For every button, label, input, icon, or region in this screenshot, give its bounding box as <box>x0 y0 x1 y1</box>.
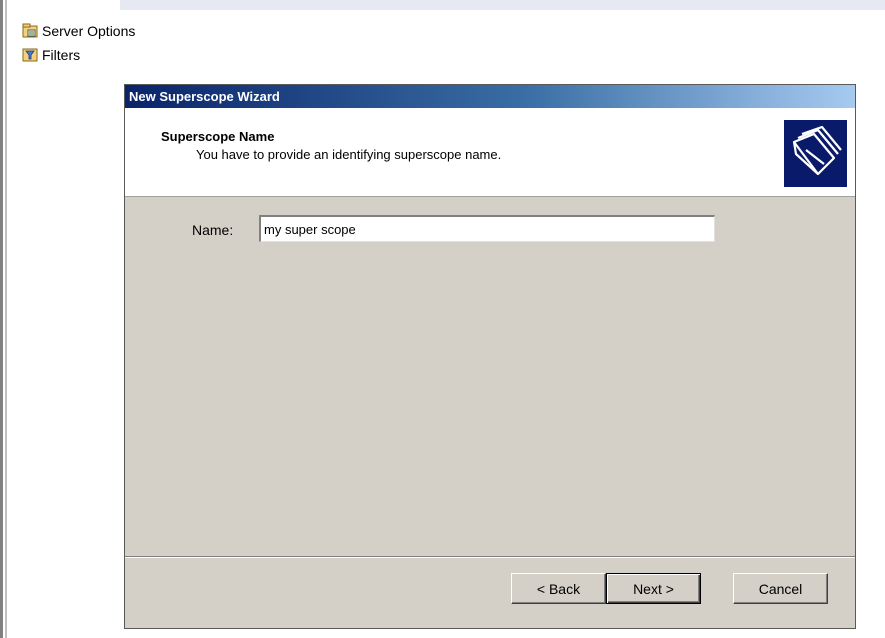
new-superscope-wizard-dialog: New Superscope Wizard Superscope Name Yo… <box>124 84 856 629</box>
console-frame-border-inner <box>5 0 7 638</box>
cancel-button[interactable]: Cancel <box>733 573 828 604</box>
filter-icon <box>22 47 38 63</box>
tree-item-filters[interactable]: Filters <box>22 46 80 64</box>
wizard-step-title: Superscope Name <box>161 129 275 144</box>
tree-item-label: Server Options <box>42 23 136 39</box>
console-frame-border <box>0 0 3 638</box>
wizard-header: Superscope Name You have to provide an i… <box>125 108 855 197</box>
wizard-step-subtitle: You have to provide an identifying super… <box>196 147 502 162</box>
server-options-icon <box>22 23 38 39</box>
next-button[interactable]: Next > <box>606 573 701 604</box>
tree-item-label: Filters <box>42 47 81 63</box>
button-area-separator <box>125 556 855 558</box>
wizard-title: New Superscope Wizard <box>129 89 280 104</box>
tree-item-cut-off <box>22 0 117 8</box>
console-header-strip <box>120 0 885 10</box>
back-button[interactable]: < Back <box>511 573 606 604</box>
superscope-name-input[interactable] <box>259 215 715 242</box>
folders-icon <box>784 120 847 187</box>
tree-item-server-options[interactable]: Server Options <box>22 22 135 40</box>
name-label: Name: <box>192 222 234 238</box>
wizard-titlebar[interactable]: New Superscope Wizard <box>125 85 855 108</box>
